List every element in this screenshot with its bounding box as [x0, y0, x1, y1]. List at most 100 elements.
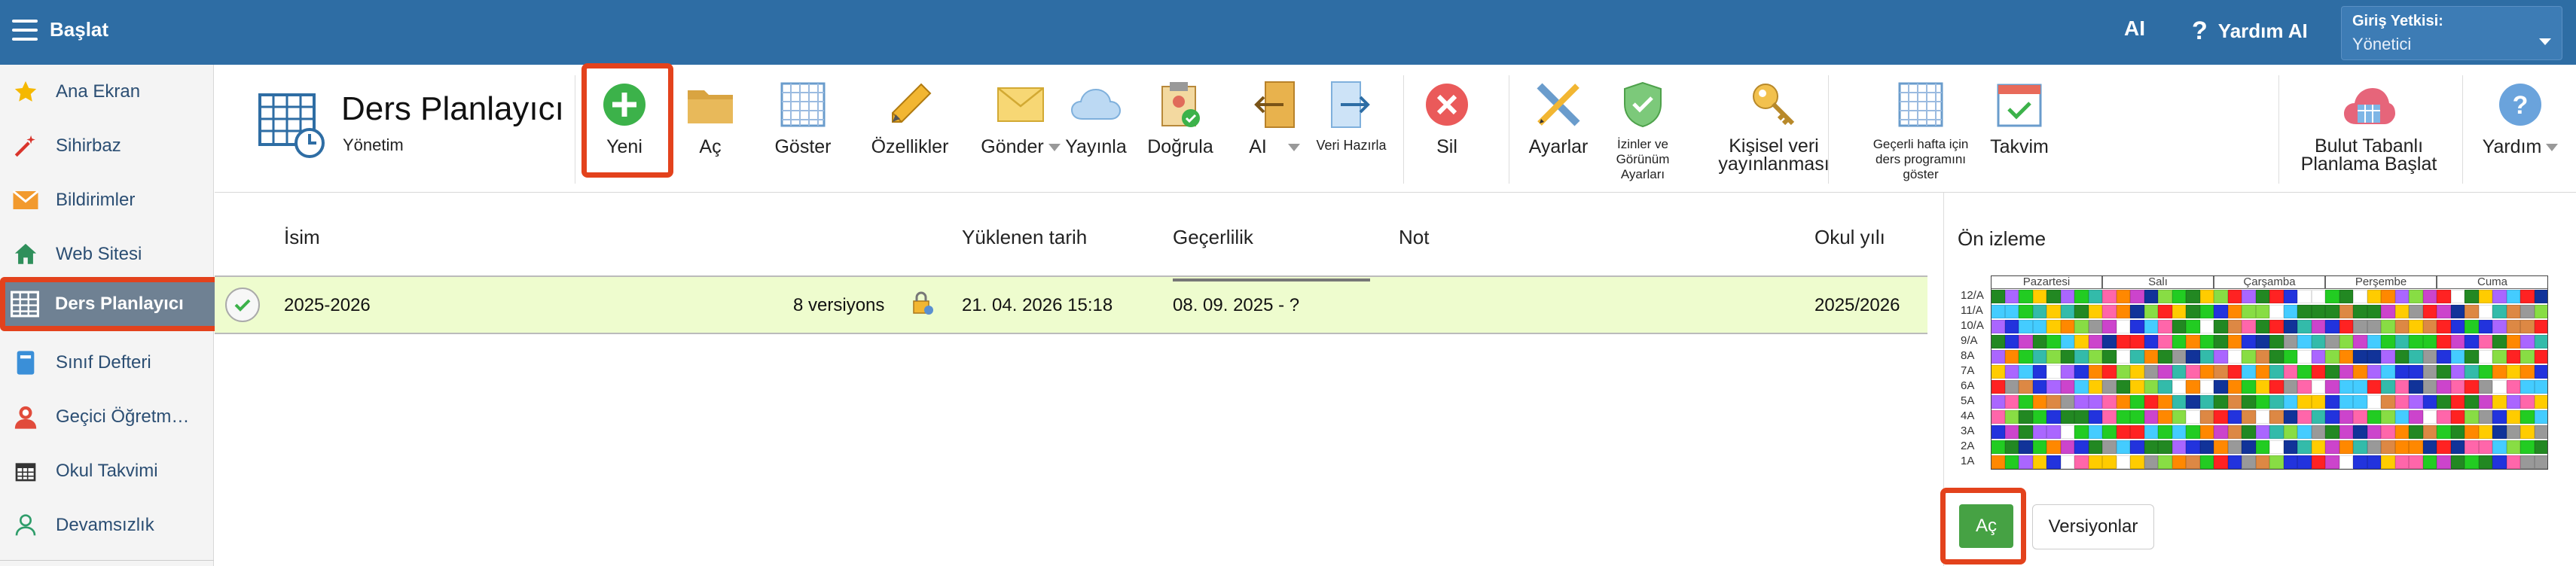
calendar-button[interactable]: Takvim	[1982, 78, 2057, 184]
column-header-name[interactable]: İsim	[284, 226, 320, 249]
help-button[interactable]: ? Yardım	[2471, 78, 2569, 184]
top-bar: Başlat AI ? Yardım AI Giriş Yetkisi: Yön…	[0, 0, 2576, 65]
help-label-wrap: Yardım	[2483, 137, 2559, 157]
shield-check-icon	[1616, 78, 1669, 131]
sidebar-item-label: Okul Takvimi	[56, 461, 158, 481]
send-label-wrap: Gönder	[981, 136, 1061, 157]
sidebar-item-label: Ana Ekran	[56, 81, 141, 102]
toolbar-divider	[2278, 75, 2279, 184]
versions-button[interactable]: Versiyonlar	[2032, 504, 2154, 549]
preview-class-label: 6A	[1961, 379, 1975, 392]
open-button[interactable]: Aç	[680, 78, 740, 184]
login-role-select[interactable]: Giriş Yetkisi: Yönetici	[2341, 6, 2562, 60]
sidebar-divider	[0, 560, 214, 561]
cloud-planning-button[interactable]: Bulut Tabanlı Planlama Başlat	[2286, 78, 2452, 184]
app-title[interactable]: Başlat	[50, 18, 108, 41]
help-ai-button[interactable]: ? Yardım AI	[2192, 17, 2308, 46]
pencil-icon	[884, 78, 936, 131]
ai-tool-button[interactable]: AI	[1233, 78, 1316, 184]
question-icon: ?	[2192, 17, 2208, 45]
row-versions[interactable]: 8 versiyons	[793, 295, 884, 316]
preview-class-label: 8A	[1961, 349, 1975, 362]
login-role-value: Yönetici	[2352, 35, 2412, 53]
preview-class-label: 3A	[1961, 424, 1975, 437]
permissions-label: İzinler ve Görünüm Ayarları	[1616, 137, 1670, 181]
sidebar-item-school-calendar[interactable]: Okul Takvimi	[0, 444, 214, 498]
calendar-icon	[11, 456, 41, 486]
check-icon[interactable]	[225, 288, 260, 322]
clipboard-check-icon	[1154, 78, 1207, 131]
permissions-button[interactable]: İzinler ve Görünüm Ayarları	[1605, 78, 1680, 184]
column-header-note[interactable]: Not	[1399, 226, 1429, 249]
data-prep-button[interactable]: Veri Hazırla	[1310, 78, 1393, 184]
properties-button[interactable]: Özellikler	[861, 78, 959, 184]
sidebar-item-label: Sınıf Defteri	[56, 352, 151, 373]
folder-icon	[684, 78, 737, 131]
validity-bar	[1173, 278, 1370, 281]
sidebar-item-home[interactable]: Ana Ekran	[0, 65, 214, 119]
sidebar-item-wizard[interactable]: Sihirbaz	[0, 119, 214, 173]
ai-button[interactable]: AI	[2124, 17, 2145, 41]
sidebar-item-absence[interactable]: Devamsızlık	[0, 498, 214, 552]
delete-button[interactable]: Sil	[1415, 78, 1479, 184]
preview-frame	[1991, 275, 2548, 470]
teacher-icon	[11, 402, 41, 432]
plus-circle-icon	[598, 78, 651, 131]
toolbar-divider	[2462, 75, 2463, 184]
sidebar: Ana Ekran Sihirbaz Bildirimler Web Sites…	[0, 65, 221, 566]
preview-class-label: 11/A	[1961, 304, 1983, 317]
toolbar-divider	[1828, 75, 1829, 184]
chevron-down-icon	[2539, 38, 2551, 45]
table-row[interactable]: 2025-2026 8 versiyons 21. 04. 2026 15:18…	[215, 277, 1927, 334]
open-timetable-button[interactable]: Aç	[1959, 504, 2013, 548]
grid-icon	[1894, 78, 1947, 131]
sidebar-item-notifications[interactable]: Bildirimler	[0, 173, 214, 227]
grid-icon	[777, 78, 829, 131]
timetable-preview[interactable]: Pazartesi Salı Çarşamba Perşembe Cuma 12/A 11/…	[1961, 275, 2548, 474]
sidebar-item-substitute-teacher[interactable]: Geçici Öğretm…	[0, 390, 214, 444]
calendar-label: Takvim	[1990, 136, 2049, 157]
chevron-down-icon	[1287, 144, 1300, 152]
ai-tool-label-wrap: AI	[1249, 137, 1300, 157]
calendar-check-icon	[1993, 78, 2046, 131]
preview-class-label: 10/A	[1961, 319, 1984, 332]
sidebar-item-label: Sihirbaz	[56, 135, 121, 156]
sidebar-item-timetable[interactable]: Ders Planlayıcı	[0, 277, 221, 331]
settings-button[interactable]: Ayarlar	[1521, 78, 1596, 184]
show-label: Göster	[774, 136, 832, 157]
preview-class-label: 4A	[1961, 409, 1975, 422]
toolbar-divider	[1403, 75, 1404, 184]
column-header-school-year[interactable]: Okul yılı	[1814, 226, 1885, 249]
publish-button[interactable]: Yayınla	[1051, 78, 1141, 184]
person-icon	[11, 510, 41, 540]
current-week-label: Geçerli hafta için ders programını göste…	[1872, 137, 1969, 181]
row-school-year: 2025/2026	[1814, 295, 1900, 315]
preview-title: Ön izleme	[1958, 227, 2046, 250]
personal-publish-label: Kişisel veri yayınlanması	[1718, 135, 1830, 175]
row-uploaded: 21. 04. 2026 15:18	[962, 295, 1113, 315]
hamburger-menu-icon[interactable]	[12, 20, 38, 41]
chevron-down-icon	[2546, 144, 2559, 152]
ruler-pencil-icon	[1532, 78, 1585, 131]
sidebar-item-class-register[interactable]: Sınıf Defteri	[0, 336, 214, 390]
sidebar-item-website[interactable]: Web Sitesi	[0, 227, 214, 281]
send-label: Gönder	[981, 136, 1044, 157]
star-icon	[11, 77, 41, 107]
key-icon	[1747, 78, 1800, 131]
export-arrow-icon	[1325, 78, 1378, 131]
verify-button[interactable]: Doğrula	[1135, 78, 1225, 184]
cloud-calendar-icon	[2343, 78, 2395, 131]
column-header-uploaded[interactable]: Yüklenen tarih	[962, 226, 1087, 249]
versions-lock-icon[interactable]	[911, 291, 935, 321]
preview-class-label: 9/A	[1961, 334, 1978, 347]
new-button[interactable]: Yeni	[587, 78, 662, 184]
open-label: Aç	[699, 136, 722, 157]
column-header-validity[interactable]: Geçerlilik	[1173, 226, 1253, 249]
show-button[interactable]: Göster	[769, 78, 837, 184]
current-week-button[interactable]: Geçerli hafta için ders programını göste…	[1842, 78, 2000, 184]
personal-publish-button[interactable]: Kişisel veri yayınlanması	[1691, 78, 1857, 184]
module-title: Ders Planlayıcı	[341, 90, 564, 127]
sidebar-item-label: Geçici Öğretm…	[56, 406, 190, 427]
toolbar: Ders Planlayıcı Yönetim Yeni Aç Göster Ö…	[215, 65, 2576, 193]
preview-class-label: 1A	[1961, 455, 1975, 467]
